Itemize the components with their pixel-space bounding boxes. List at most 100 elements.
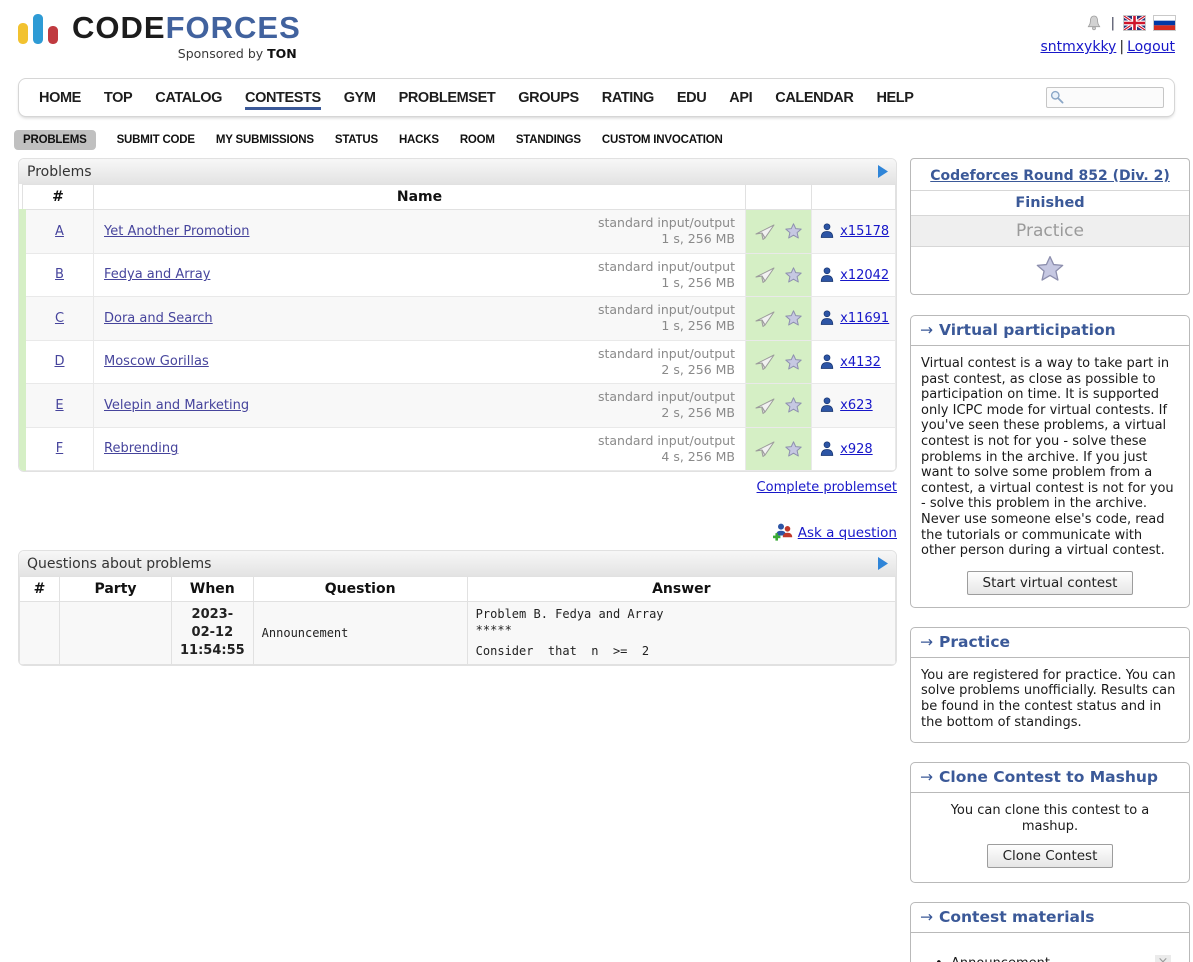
nav-item-catalog[interactable]: CATALOG [155, 86, 222, 109]
problem-f-io: standard input/output [598, 433, 735, 449]
start-virtual-contest-button[interactable]: Start virtual contest [967, 571, 1134, 595]
problem-row-d: D Moscow Gorillas standard input/output2… [23, 340, 896, 384]
paper-plane-icon[interactable] [755, 222, 775, 241]
paper-plane-icon[interactable] [755, 265, 775, 284]
logo-forces-text: FORCES [166, 10, 301, 45]
subnav-item-room[interactable]: ROOM [460, 134, 495, 146]
problem-f-solved-count[interactable]: x928 [840, 442, 873, 457]
nav-item-top[interactable]: TOP [104, 86, 132, 109]
nav-item-rating[interactable]: RATING [602, 86, 654, 109]
problem-d-solved-count[interactable]: x4132 [840, 355, 881, 370]
problem-a-name-link[interactable]: Yet Another Promotion [104, 224, 249, 239]
problem-b-name-link[interactable]: Fedya and Array [104, 267, 210, 282]
subnav-item-status[interactable]: STATUS [335, 134, 378, 146]
clone-contest-button[interactable]: Clone Contest [987, 844, 1114, 868]
problem-f-name-link[interactable]: Rebrending [104, 441, 178, 456]
subnav-item-custom-invocation[interactable]: CUSTOM INVOCATION [602, 134, 723, 146]
nav-item-calendar[interactable]: CALENDAR [775, 86, 853, 109]
arrow-icon: → [920, 768, 933, 786]
q-col-question: Question [253, 577, 467, 602]
virtual-participation-text: Virtual contest is a way to take part in… [921, 356, 1174, 558]
nav-item-groups[interactable]: GROUPS [518, 86, 578, 109]
problems-table: # Name A Yet Another Promotion standard … [19, 184, 896, 471]
nav-item-help[interactable]: HELP [876, 86, 913, 109]
favorite-star-icon[interactable] [785, 397, 802, 413]
nav-item-edu[interactable]: EDU [677, 86, 706, 109]
question-answer-cell: Problem B. Fedya and Array ***** Conside… [467, 602, 895, 665]
contest-subnav: PROBLEMS SUBMIT CODE MY SUBMISSIONS STAT… [14, 130, 1175, 150]
announcement-link[interactable]: Announcement [951, 956, 1050, 962]
col-header-id: # [23, 185, 94, 210]
subnav-item-problems[interactable]: PROBLEMS [14, 130, 96, 150]
arrow-icon: → [920, 908, 933, 926]
problem-a-index-link[interactable]: A [55, 224, 64, 239]
problem-a-solved-count[interactable]: x15178 [840, 224, 889, 239]
search-icon [1050, 90, 1064, 104]
logout-link[interactable]: Logout [1127, 39, 1175, 55]
problem-e-index-link[interactable]: E [55, 398, 63, 413]
problem-e-io: standard input/output [598, 389, 735, 405]
ask-question-icon [772, 522, 794, 541]
subnav-item-standings[interactable]: STANDINGS [516, 134, 581, 146]
favorite-star-icon[interactable] [785, 267, 802, 283]
problem-b-solved-count[interactable]: x12042 [840, 268, 889, 283]
favorite-star-icon[interactable] [1036, 255, 1064, 282]
favorite-star-icon[interactable] [785, 223, 802, 239]
practice-caption: →Practice [911, 628, 1189, 658]
nav-item-home[interactable]: HOME [39, 86, 81, 109]
nav-item-contests[interactable]: CONTESTS [245, 86, 321, 110]
subnav-item-my-submissions[interactable]: MY SUBMISSIONS [216, 134, 314, 146]
main-navigation: HOME TOP CATALOG CONTESTS GYM PROBLEMSET… [18, 78, 1175, 117]
subnav-item-hacks[interactable]: HACKS [399, 134, 439, 146]
close-icon[interactable]: × [1155, 955, 1171, 962]
expand-arrow-icon[interactable] [878, 557, 888, 570]
username-link[interactable]: sntmxykky [1040, 39, 1116, 55]
favorite-star-icon[interactable] [785, 354, 802, 370]
problem-f-index-link[interactable]: F [56, 441, 63, 456]
bell-icon[interactable] [1086, 15, 1102, 31]
answer-line-2: ***** [476, 622, 887, 638]
ru-flag-icon[interactable] [1154, 16, 1175, 30]
nav-item-problemset[interactable]: PROBLEMSET [399, 86, 496, 109]
ask-question-link[interactable]: Ask a question [798, 525, 897, 541]
problem-c-index-link[interactable]: C [55, 311, 64, 326]
problem-c-name-link[interactable]: Dora and Search [104, 311, 213, 326]
material-item-announcement: Announcement × [921, 956, 1179, 962]
paper-plane-icon[interactable] [755, 352, 775, 371]
problem-e-limits: 2 s, 256 MB [598, 405, 735, 421]
user-links: sntmxykky|Logout [1040, 39, 1175, 55]
virtual-participation-box: →Virtual participation Virtual contest i… [910, 315, 1190, 608]
topbar-separator: | [1111, 16, 1115, 31]
codeforces-logo[interactable]: CODEFORCES Sponsored by TON [18, 12, 301, 74]
clone-contest-box: →Clone Contest to Mashup You can clone t… [910, 762, 1190, 883]
subnav-item-submit-code[interactable]: SUBMIT CODE [117, 134, 195, 146]
paper-plane-icon[interactable] [755, 396, 775, 415]
nav-item-api[interactable]: API [729, 86, 752, 109]
problem-d-name-link[interactable]: Moscow Gorillas [104, 354, 209, 369]
complete-problemset-link[interactable]: Complete problemset [757, 480, 897, 495]
paper-plane-icon[interactable] [755, 309, 775, 328]
solved-user-icon [820, 267, 834, 282]
problem-e-name-link[interactable]: Velepin and Marketing [104, 398, 249, 413]
contest-title-link[interactable]: Codeforces Round 852 (Div. 2) [930, 168, 1169, 184]
problem-d-index-link[interactable]: D [54, 354, 64, 369]
problem-row-c: C Dora and Search standard input/output1… [23, 297, 896, 341]
contest-mode: Practice [911, 215, 1189, 246]
problem-d-limits: 2 s, 256 MB [598, 362, 735, 378]
user-links-separator: | [1119, 39, 1124, 55]
favorite-star-icon[interactable] [785, 441, 802, 457]
problem-row-a: A Yet Another Promotion standard input/o… [23, 210, 896, 254]
uk-flag-icon[interactable] [1124, 16, 1145, 30]
problem-c-solved-count[interactable]: x11691 [840, 311, 889, 326]
problem-a-io: standard input/output [598, 215, 735, 231]
arrow-icon: → [920, 633, 933, 651]
question-row: 2023-02-12 11:54:55 Announcement Problem… [20, 602, 896, 665]
favorite-star-icon[interactable] [785, 310, 802, 326]
expand-arrow-icon[interactable] [878, 165, 888, 178]
problem-b-index-link[interactable]: B [55, 267, 64, 282]
logo-sponsored-line: Sponsored by TON [72, 46, 301, 61]
paper-plane-icon[interactable] [755, 439, 775, 458]
sponsored-brand: TON [267, 46, 297, 61]
nav-item-gym[interactable]: GYM [344, 86, 376, 109]
problem-e-solved-count[interactable]: x623 [840, 398, 873, 413]
